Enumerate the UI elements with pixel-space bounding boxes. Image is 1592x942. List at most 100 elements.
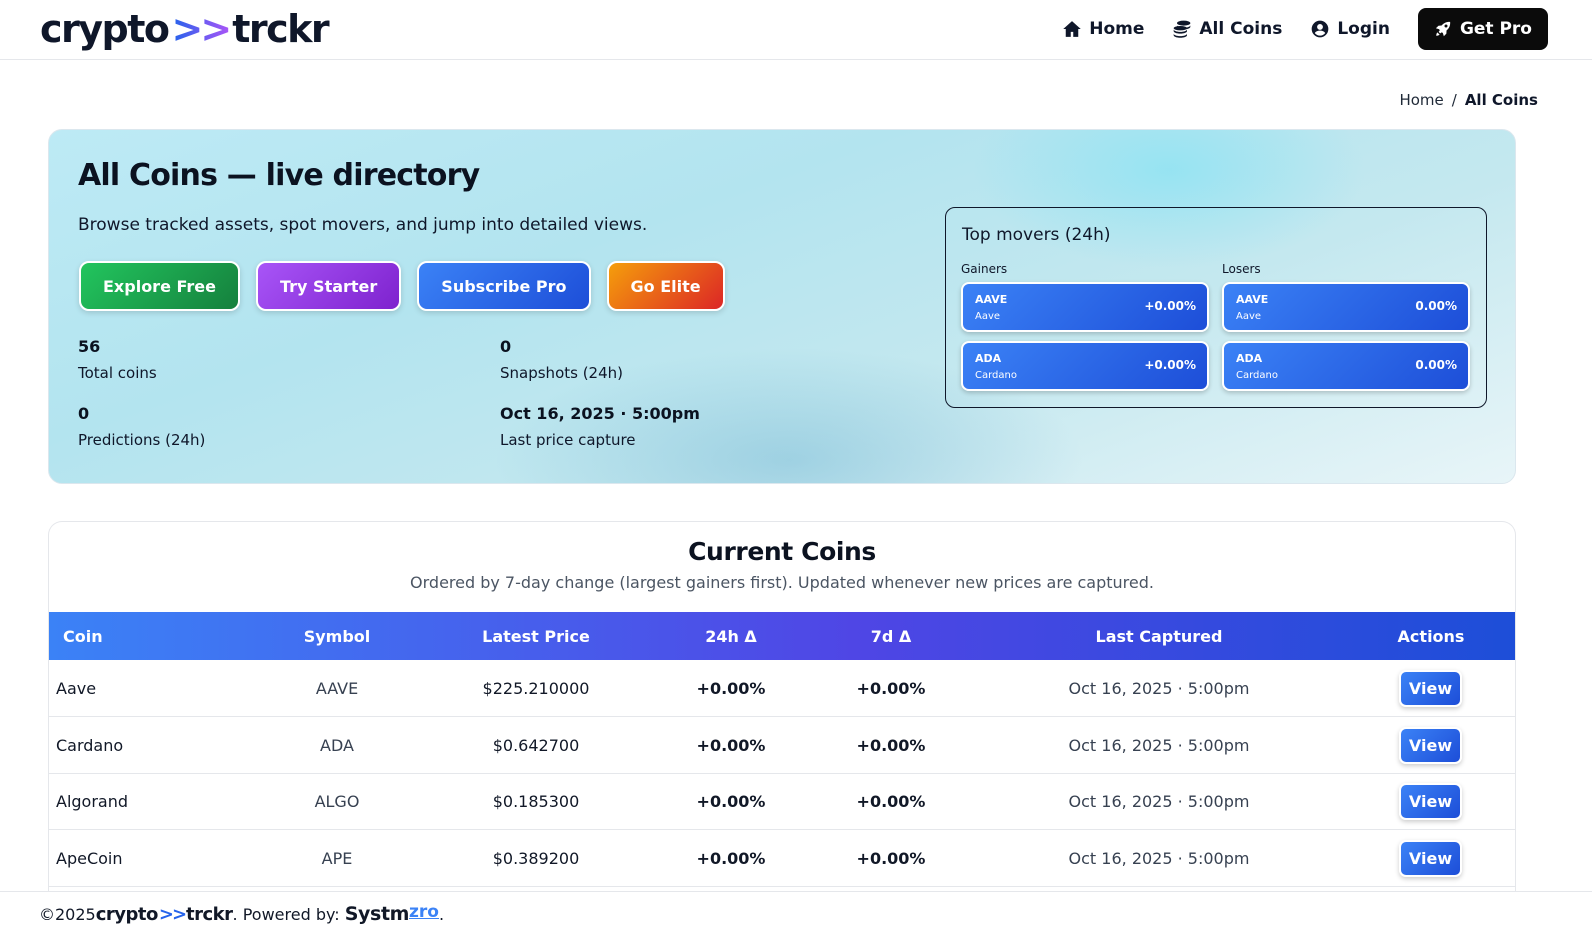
footer-systm: Systm	[344, 903, 410, 925]
column-header-7d-change[interactable]: 7d Δ	[811, 627, 971, 646]
nav-all-coins-label: All Coins	[1199, 19, 1283, 39]
subscribe-pro-button[interactable]: Subscribe Pro	[417, 261, 591, 311]
footer-text: ©2025crypto>>trckr. Powered by: Systmzro…	[39, 902, 444, 925]
breadcrumb-home[interactable]: Home	[1399, 91, 1443, 109]
footer: ©2025crypto>>trckr. Powered by: Systmzro…	[0, 891, 1592, 942]
mover-change: +0.00%	[1144, 299, 1196, 313]
mover-card[interactable]: ADA Cardano 0.00%	[1222, 341, 1470, 391]
mover-name: Cardano	[975, 370, 1017, 381]
mover-symbol: AAVE	[975, 293, 1008, 306]
nav-all-coins-link[interactable]: All Coins	[1172, 19, 1282, 39]
view-button[interactable]: View	[1399, 727, 1462, 764]
mover-symbol: ADA	[975, 352, 1002, 365]
home-icon	[1063, 21, 1081, 37]
stat-predictions: 0 Predictions (24h)	[78, 404, 205, 449]
column-header-coin[interactable]: Coin	[63, 627, 103, 646]
coins-icon	[1174, 20, 1191, 38]
go-elite-button[interactable]: Go Elite	[606, 261, 725, 311]
view-button[interactable]: View	[1399, 670, 1462, 707]
footer-brand-left: crypto	[95, 904, 159, 925]
footer-copyright: ©2025	[39, 905, 96, 924]
page-subtitle: Browse tracked assets, spot movers, and …	[78, 215, 648, 235]
coin-change-7d: +0.00%	[856, 679, 926, 698]
coin-last-captured: Oct 16, 2025 · 5:00pm	[1068, 736, 1250, 755]
mover-symbol: AAVE	[1236, 293, 1269, 306]
column-header-actions: Actions	[1397, 627, 1465, 646]
mover-change: 0.00%	[1415, 358, 1457, 372]
coin-last-captured: Oct 16, 2025 · 5:00pm	[1068, 679, 1250, 698]
mover-symbol: ADA	[1236, 352, 1263, 365]
top-navbar: crypto>>trckr Home All Coins Login Get P…	[0, 0, 1592, 60]
footer-zro-link[interactable]: zro	[409, 902, 439, 922]
breadcrumb-current: All Coins	[1464, 91, 1538, 109]
hero-panel: All Coins — live directory Browse tracke…	[48, 129, 1516, 484]
stat-label: Total coins	[78, 364, 157, 382]
nav-home-link[interactable]: Home	[1062, 19, 1144, 39]
stat-label: Snapshots (24h)	[500, 364, 624, 382]
stat-label: Last price capture	[500, 431, 636, 449]
coin-change-7d: +0.00%	[856, 849, 926, 868]
mover-name: Cardano	[1236, 370, 1278, 381]
breadcrumb: Home / All Coins	[1399, 91, 1538, 109]
nav-login-label: Login	[1337, 19, 1390, 39]
logo[interactable]: crypto>>trckr	[40, 6, 330, 52]
stat-value: 0	[500, 337, 512, 356]
mover-card[interactable]: AAVE Aave 0.00%	[1222, 282, 1470, 332]
coin-price: $225.210000	[482, 679, 590, 698]
top-movers-panel: Top movers (24h) Gainers AAVE Aave +0.00…	[945, 207, 1487, 408]
footer-brand[interactable]: crypto>>trckr	[96, 904, 233, 925]
coin-change-7d: +0.00%	[856, 736, 926, 755]
breadcrumb-separator: /	[1451, 91, 1457, 109]
coin-change-7d: +0.00%	[856, 792, 926, 811]
rocket-icon	[1435, 21, 1451, 37]
table-row: ApeCoin APE $0.389200 +0.00% +0.00% Oct …	[49, 830, 1515, 887]
table-subtitle: Ordered by 7-day change (largest gainers…	[410, 573, 1154, 592]
column-header-latest-price[interactable]: Latest Price	[456, 627, 616, 646]
coin-name: Aave	[56, 679, 97, 698]
view-button[interactable]: View	[1399, 783, 1462, 820]
get-pro-label: Get Pro	[1459, 19, 1532, 39]
table-header: Coin Symbol Latest Price 24h Δ 7d Δ Last…	[49, 612, 1515, 660]
mover-name: Aave	[975, 311, 1001, 322]
explore-free-button[interactable]: Explore Free	[79, 261, 240, 311]
losers-label: Losers	[1222, 262, 1261, 276]
mover-change: 0.00%	[1415, 299, 1457, 313]
coin-change-24h: +0.00%	[696, 679, 766, 698]
stat-snapshots: 0 Snapshots (24h)	[500, 337, 623, 382]
coin-name: Cardano	[56, 736, 124, 755]
stat-value: 56	[78, 337, 101, 356]
coin-last-captured: Oct 16, 2025 · 5:00pm	[1068, 849, 1250, 868]
mover-card[interactable]: ADA Cardano +0.00%	[961, 341, 1209, 391]
coin-change-24h: +0.00%	[696, 849, 766, 868]
mover-card[interactable]: AAVE Aave +0.00%	[961, 282, 1209, 332]
coin-price: $0.389200	[492, 849, 580, 868]
user-circle-icon	[1311, 20, 1329, 38]
stat-value: Oct 16, 2025 · 5:00pm	[500, 404, 700, 423]
top-movers-title: Top movers (24h)	[962, 225, 1111, 245]
table-row: Algorand ALGO $0.185300 +0.00% +0.00% Oc…	[49, 773, 1515, 830]
nav-links: Home All Coins Login Get Pro	[1062, 8, 1548, 50]
column-header-24h-change[interactable]: 24h Δ	[651, 627, 811, 646]
footer-powered-by: . Powered by:	[232, 905, 340, 924]
coin-change-24h: +0.00%	[696, 736, 766, 755]
coin-price: $0.642700	[492, 736, 580, 755]
coin-symbol: ALGO	[314, 792, 360, 811]
stat-total-coins: 56 Total coins	[78, 337, 157, 382]
column-header-last-captured[interactable]: Last Captured	[1029, 627, 1289, 646]
footer-brand-arrows: >>	[158, 904, 187, 925]
coin-symbol: AAVE	[315, 679, 359, 698]
logo-arrows: >>	[171, 7, 233, 51]
get-pro-button[interactable]: Get Pro	[1417, 8, 1548, 50]
logo-text-left: crypto	[40, 7, 170, 51]
table-row: Aave AAVE $225.210000 +0.00% +0.00% Oct …	[49, 660, 1515, 717]
view-button[interactable]: View	[1399, 840, 1462, 877]
try-starter-button[interactable]: Try Starter	[256, 261, 402, 311]
current-coins-card: Current Coins Ordered by 7-day change (l…	[48, 521, 1516, 941]
coin-name: ApeCoin	[56, 849, 123, 868]
column-header-symbol[interactable]: Symbol	[257, 627, 417, 646]
table-row: Cardano ADA $0.642700 +0.00% +0.00% Oct …	[49, 717, 1515, 774]
stat-last-capture: Oct 16, 2025 · 5:00pm Last price capture	[500, 404, 700, 449]
nav-login-link[interactable]: Login	[1310, 19, 1390, 39]
plan-buttons: Explore Free Try Starter Subscribe Pro G…	[79, 261, 725, 311]
page-title: All Coins — live directory	[78, 158, 480, 193]
